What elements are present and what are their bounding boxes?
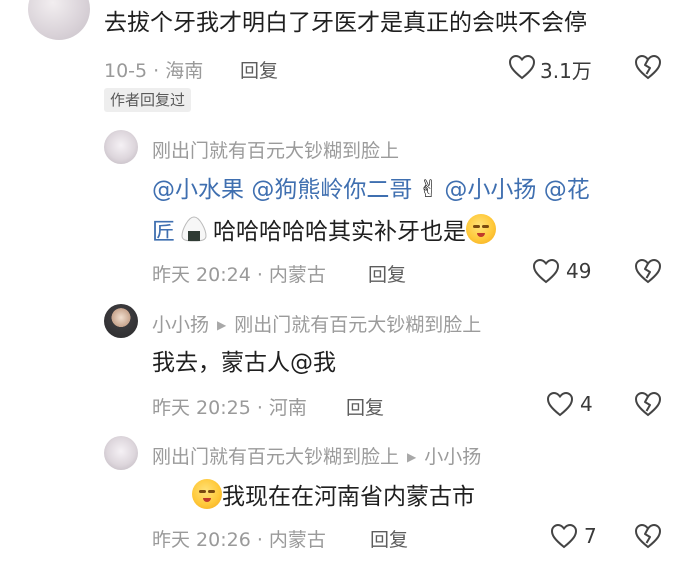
comment-author[interactable]: 小小扬 [152,314,209,336]
author-replied-badge: 作者回复过 [104,88,192,112]
reply-arrow-icon: ▶ [407,450,417,464]
victory-hand-emoji: ✌ [418,175,439,203]
mention-link[interactable]: @小水果 [152,177,244,203]
reply-button[interactable]: 回复 [368,260,406,287]
reply-button[interactable]: 回复 [346,393,384,420]
like-count: 49 [566,259,592,283]
like-button[interactable] [550,523,578,549]
reply-button[interactable]: 回复 [370,525,408,552]
reply-to-author[interactable]: 刚出门就有百元大钞糊到脸上 [234,314,481,336]
comment-date-location: 昨天 20:26 · 内蒙古 [152,529,326,551]
wincing-face-emoji [466,214,496,244]
like-button[interactable] [532,258,560,284]
comment-text-line: 匠 哈哈哈哈哈其实补牙也是 [152,214,496,249]
mention-link[interactable]: @小小扬 [444,177,536,203]
mention-link[interactable]: @狗熊岭你二哥 [251,177,412,203]
comment-text: 去拔个牙我才明白了牙医才是真正的会哄不会停 [104,10,587,36]
avatar[interactable] [28,0,90,40]
broken-heart-icon [634,523,662,549]
heart-outline-icon [546,391,574,417]
comment-text-line: @小水果 @狗熊岭你二哥 ✌ @小小扬 @花 [152,172,590,207]
comment-author[interactable]: 刚出门就有百元大钞糊到脸上 [152,136,399,163]
heart-outline-icon [532,258,560,284]
heart-outline-icon [550,523,578,549]
dislike-button[interactable] [634,258,662,284]
reply-arrow-icon: ▶ [217,318,227,332]
reply-to-author[interactable]: 小小扬 [424,446,481,468]
avatar[interactable] [104,436,138,470]
like-count: 3.1万 [540,59,592,83]
dislike-button[interactable] [634,391,662,417]
comment-date-location: 昨天 20:25 · 河南 [152,397,307,419]
comment-author[interactable]: 刚出门就有百元大钞糊到脸上 [152,446,399,468]
like-count: 4 [580,392,593,416]
heart-outline-icon [508,54,536,80]
wincing-face-emoji [192,479,222,509]
comment-author-line: 刚出门就有百元大钞糊到脸上 ▶ 小小扬 [152,442,481,469]
broken-heart-icon [634,391,662,417]
mention-link[interactable]: 匠 [152,219,175,245]
like-count: 7 [584,524,597,548]
avatar[interactable] [104,304,138,338]
comment-date-location: 10-5 · 海南 [104,60,204,82]
rice-ball-emoji [179,214,209,244]
comment-date-location: 昨天 20:24 · 内蒙古 [152,264,326,286]
dislike-button[interactable] [634,523,662,549]
comment-text: 哈哈哈哈哈其实补牙也是 [213,219,466,245]
like-button[interactable] [508,54,536,80]
mention-link[interactable]: @花 [544,177,590,203]
broken-heart-icon [634,258,662,284]
comment-text-line: 我现在在河南省内蒙古市 [192,479,475,514]
comment-text: 我现在在河南省内蒙古市 [222,484,475,510]
comment-text: 我去，蒙古人@我 [152,350,336,376]
broken-heart-icon [634,54,662,80]
dislike-button[interactable] [634,54,662,80]
avatar[interactable] [104,130,138,164]
comment-author-line: 小小扬 ▶ 刚出门就有百元大钞糊到脸上 [152,310,481,337]
like-button[interactable] [546,391,574,417]
reply-button[interactable]: 回复 [240,56,278,83]
